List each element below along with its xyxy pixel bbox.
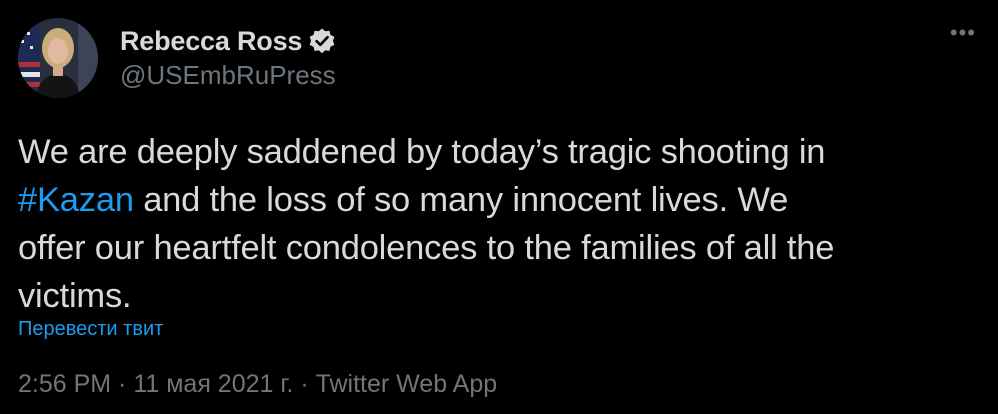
author-handle[interactable]: @USEmbRuPress — [120, 60, 336, 91]
meta-separator: · — [111, 370, 134, 398]
more-options-icon[interactable]: ••• — [950, 22, 976, 44]
author-names: Rebecca Ross @USEmbRuPress — [120, 24, 336, 91]
verified-badge-icon — [308, 27, 336, 55]
tweet-text-line: offer our heartfelt condolences to the f… — [18, 229, 835, 267]
tweet-source-link[interactable]: Twitter Web App — [316, 370, 498, 398]
tweet-header: Rebecca Ross @USEmbRuPress — [18, 18, 336, 98]
tweet-text-line: victims. — [18, 277, 132, 315]
tweet-text-line: We are deeply saddened by today’s tragic… — [18, 133, 826, 171]
translate-tweet-link[interactable]: Перевести твит — [18, 318, 163, 341]
hashtag-link[interactable]: #Kazan — [18, 181, 134, 219]
tweet-date-link[interactable]: 11 мая 2021 г. — [133, 370, 293, 398]
profile-photo-avatar-icon — [18, 18, 98, 98]
tweet-meta: 2:56 PM · 11 мая 2021 г. · Twitter Web A… — [18, 370, 497, 399]
tweet-time-link[interactable]: 2:56 PM — [18, 370, 111, 398]
tweet-text-fragment: and the loss of so many innocent lives. … — [133, 181, 789, 219]
meta-separator: · — [293, 370, 316, 398]
name-row: Rebecca Ross — [120, 24, 336, 58]
tweet-text: We are deeply saddened by today’s tragic… — [18, 128, 988, 320]
avatar[interactable] — [18, 18, 98, 98]
tweet-card: Rebecca Ross @USEmbRuPress ••• We are de… — [0, 0, 998, 414]
tweet-text-line: #Kazan and the loss of so many innocent … — [18, 176, 988, 224]
author-display-name[interactable]: Rebecca Ross — [120, 26, 302, 57]
